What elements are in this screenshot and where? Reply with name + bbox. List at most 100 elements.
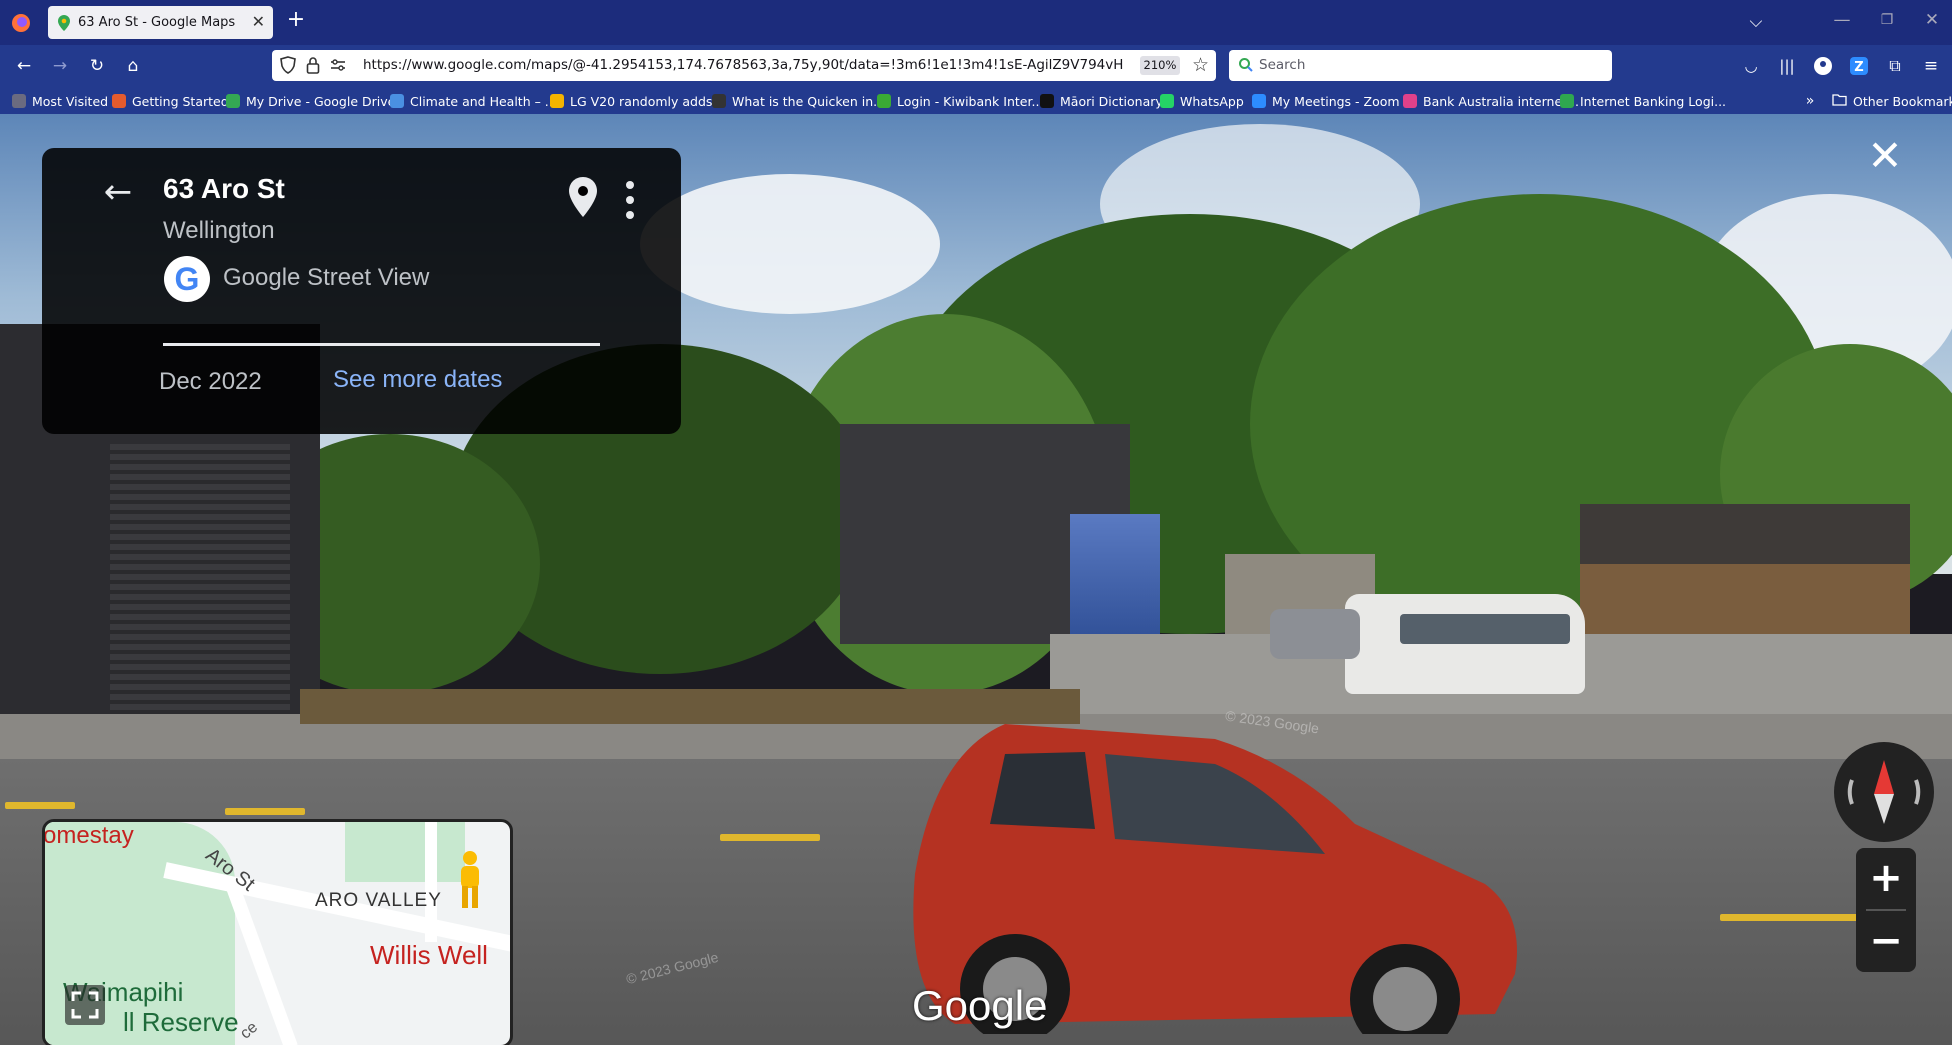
shield-icon[interactable] [280, 56, 296, 74]
bank-icon [1403, 94, 1417, 108]
street-view-panorama[interactable]: ← 63 Aro St Wellington G Google Street V… [0, 114, 1952, 1045]
zoom-icon [1252, 94, 1266, 108]
bookmark-item[interactable]: WhatsApp [1160, 91, 1244, 111]
zoom-controls: + − [1856, 848, 1916, 972]
bookmark-item[interactable]: My Meetings - Zoom [1252, 91, 1400, 111]
whatsapp-icon [1160, 94, 1174, 108]
bookmark-item[interactable]: What is the Quicken in... [712, 91, 885, 111]
imagery-source: Google Street View [223, 264, 430, 291]
firefox-icon [112, 94, 126, 108]
tab-close-icon[interactable]: ✕ [252, 12, 265, 31]
minimap[interactable]: omestay Aro St ARO VALLEY Willis Well Wa… [42, 819, 513, 1045]
bookmark-star-icon[interactable]: ☆ [1192, 54, 1209, 76]
bookmark-label: Bank Australia internet... [1423, 93, 1579, 109]
pocket-icon[interactable]: ◡ [1740, 56, 1762, 76]
home-icon[interactable]: ⌂ [121, 56, 145, 76]
bookmark-item[interactable]: Māori Dictionary [1040, 91, 1163, 111]
lock-icon[interactable] [306, 56, 320, 74]
lane-marking [5, 802, 75, 809]
cloud [640, 174, 940, 314]
kiwibank-icon [877, 94, 891, 108]
street-view-info-card: ← 63 Aro St Wellington G Google Street V… [42, 148, 681, 434]
bookmark-item[interactable]: Bank Australia internet... [1403, 91, 1579, 111]
map-label-reserve-2: ll Reserve [123, 1007, 239, 1037]
white-van [1345, 594, 1585, 694]
pegman-icon[interactable] [455, 850, 485, 910]
page-icon [390, 94, 404, 108]
shutter-door [110, 444, 290, 714]
google-g-logo-icon: G [164, 256, 210, 302]
tab-google-maps[interactable]: 63 Aro St - Google Maps ✕ [48, 6, 273, 39]
navigation-toolbar: ← → ↻ ⌂ https://www.google.com/maps/@-41… [0, 45, 1952, 87]
parked-car [1270, 609, 1360, 659]
bookmark-label: My Drive - Google Drive [246, 93, 396, 109]
shed-roof [1580, 504, 1910, 564]
expand-map-icon[interactable] [65, 985, 105, 1025]
gear-icon [12, 94, 26, 108]
minimize-window-icon[interactable]: — [1830, 10, 1854, 30]
time-slider-bar[interactable] [163, 343, 600, 346]
map-label-suburb: ARO VALLEY [315, 890, 442, 911]
see-more-dates-link[interactable]: See more dates [333, 366, 502, 394]
folder-icon [1832, 93, 1847, 109]
mural-wall [1070, 514, 1160, 644]
bookmark-item[interactable]: LG V20 randomly adds... [550, 91, 724, 111]
banking-icon [1560, 94, 1574, 108]
city-subtitle: Wellington [163, 217, 275, 244]
other-bookmarks-folder[interactable]: Other Bookmarks [1832, 91, 1952, 111]
google-watermark: Google [912, 982, 1048, 1029]
back-arrow-icon[interactable]: ← [12, 56, 36, 76]
bookmark-item[interactable]: Login - Kiwibank Inter... [877, 91, 1043, 111]
bookmark-label: LG V20 randomly adds... [570, 93, 725, 109]
dictionary-icon [1040, 94, 1054, 108]
search-placeholder: Search [1259, 57, 1306, 73]
tab-strip: 63 Aro St - Google Maps ✕ + ⌵ — ❐ ✕ [0, 0, 1952, 45]
drive-icon [226, 94, 240, 108]
lane-marking [225, 808, 305, 815]
search-bar[interactable]: Search [1229, 50, 1612, 81]
url-bar[interactable]: https://www.google.com/maps/@-41.2954153… [272, 50, 1216, 81]
map-label-bottom: ce [237, 1018, 262, 1043]
restore-window-icon[interactable]: ❐ [1875, 10, 1899, 30]
new-tab-button[interactable]: + [284, 9, 308, 31]
close-window-icon[interactable]: ✕ [1920, 10, 1944, 30]
reload-icon[interactable]: ↻ [85, 56, 109, 76]
hamburger-menu-icon[interactable]: ≡ [1920, 56, 1942, 76]
bookmark-item[interactable]: Most Visited [12, 91, 108, 111]
extensions-icon[interactable]: ⧉ [1884, 56, 1906, 76]
bookmark-label: Login - Kiwibank Inter... [897, 93, 1044, 109]
map-label-homestay: omestay [43, 822, 134, 849]
bookmark-item[interactable]: Getting Started [112, 91, 229, 111]
zoom-level-badge[interactable]: 210% [1140, 56, 1180, 75]
zoom-out-button[interactable]: − [1856, 911, 1916, 971]
permissions-icon[interactable] [330, 57, 346, 73]
bookmark-label: Most Visited [32, 93, 109, 109]
maps-pin-icon [58, 14, 70, 31]
tab-title: 63 Aro St - Google Maps [78, 15, 236, 30]
bookmark-label: WhatsApp [1180, 93, 1244, 109]
capture-date: Dec 2022 [159, 368, 262, 395]
firefox-logo-icon[interactable] [10, 12, 32, 34]
forward-arrow-icon[interactable]: → [48, 56, 72, 76]
list-all-tabs-icon[interactable]: ⌵ [1744, 12, 1768, 32]
map-pin-icon[interactable] [568, 176, 598, 218]
bookmark-item[interactable]: Climate and Health – ... [390, 91, 557, 111]
account-icon[interactable] [1812, 56, 1834, 81]
more-options-icon[interactable] [620, 178, 640, 222]
zoom-in-button[interactable]: + [1856, 848, 1916, 908]
address-title: 63 Aro St [163, 173, 285, 204]
lane-marking [720, 834, 820, 841]
bookmark-label: Getting Started [132, 93, 229, 109]
close-street-view-icon[interactable]: ✕ [1865, 135, 1905, 177]
compass-control[interactable] [1834, 742, 1934, 842]
search-engine-icon[interactable] [1238, 57, 1254, 73]
back-arrow-icon[interactable]: ← [98, 172, 138, 212]
library-icon[interactable]: ||| [1776, 56, 1798, 76]
globe-icon [550, 94, 564, 108]
zoom-extension-icon[interactable]: Z [1848, 56, 1870, 81]
bookmark-item[interactable]: Internet Banking Logi... [1560, 91, 1726, 111]
bookmark-item[interactable]: My Drive - Google Drive [226, 91, 395, 111]
park-strip [345, 822, 465, 882]
bookmarks-overflow-icon[interactable]: » [1800, 91, 1820, 111]
url-text[interactable]: https://www.google.com/maps/@-41.2954153… [363, 57, 1123, 73]
